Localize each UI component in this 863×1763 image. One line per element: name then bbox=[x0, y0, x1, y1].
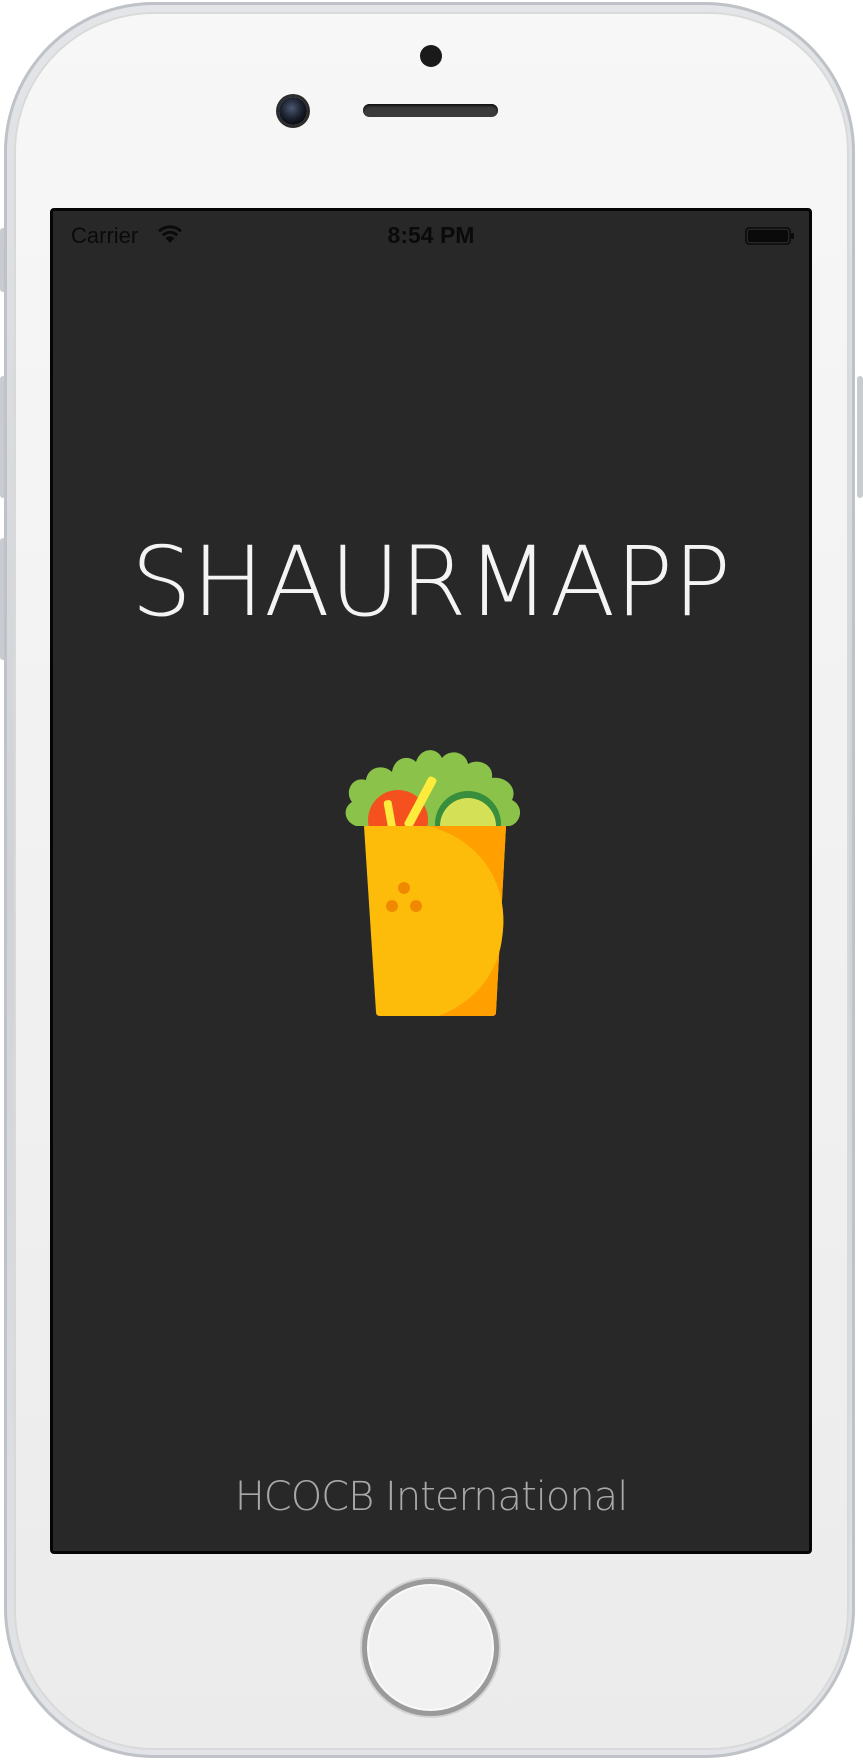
home-button-icon[interactable] bbox=[362, 1579, 499, 1716]
earpiece-speaker bbox=[363, 104, 498, 117]
shawarma-wrap-icon bbox=[345, 750, 521, 1016]
status-time: 8:54 PM bbox=[387, 222, 475, 248]
app-title: SHAURMAPP bbox=[130, 526, 732, 638]
iphone-frame: Carrier 8:54 PM SHAURMAPP HCOCB Internat… bbox=[0, 0, 863, 1763]
battery-full-icon bbox=[745, 227, 794, 245]
power-button bbox=[857, 376, 863, 498]
status-bar: Carrier 8:54 PM bbox=[53, 211, 809, 251]
app-screen: Carrier 8:54 PM SHAURMAPP HCOCB Internat… bbox=[50, 208, 812, 1554]
proximity-sensor bbox=[420, 45, 442, 67]
front-camera-icon bbox=[279, 97, 307, 125]
footer-company-name: HCOCB International bbox=[234, 1474, 629, 1520]
